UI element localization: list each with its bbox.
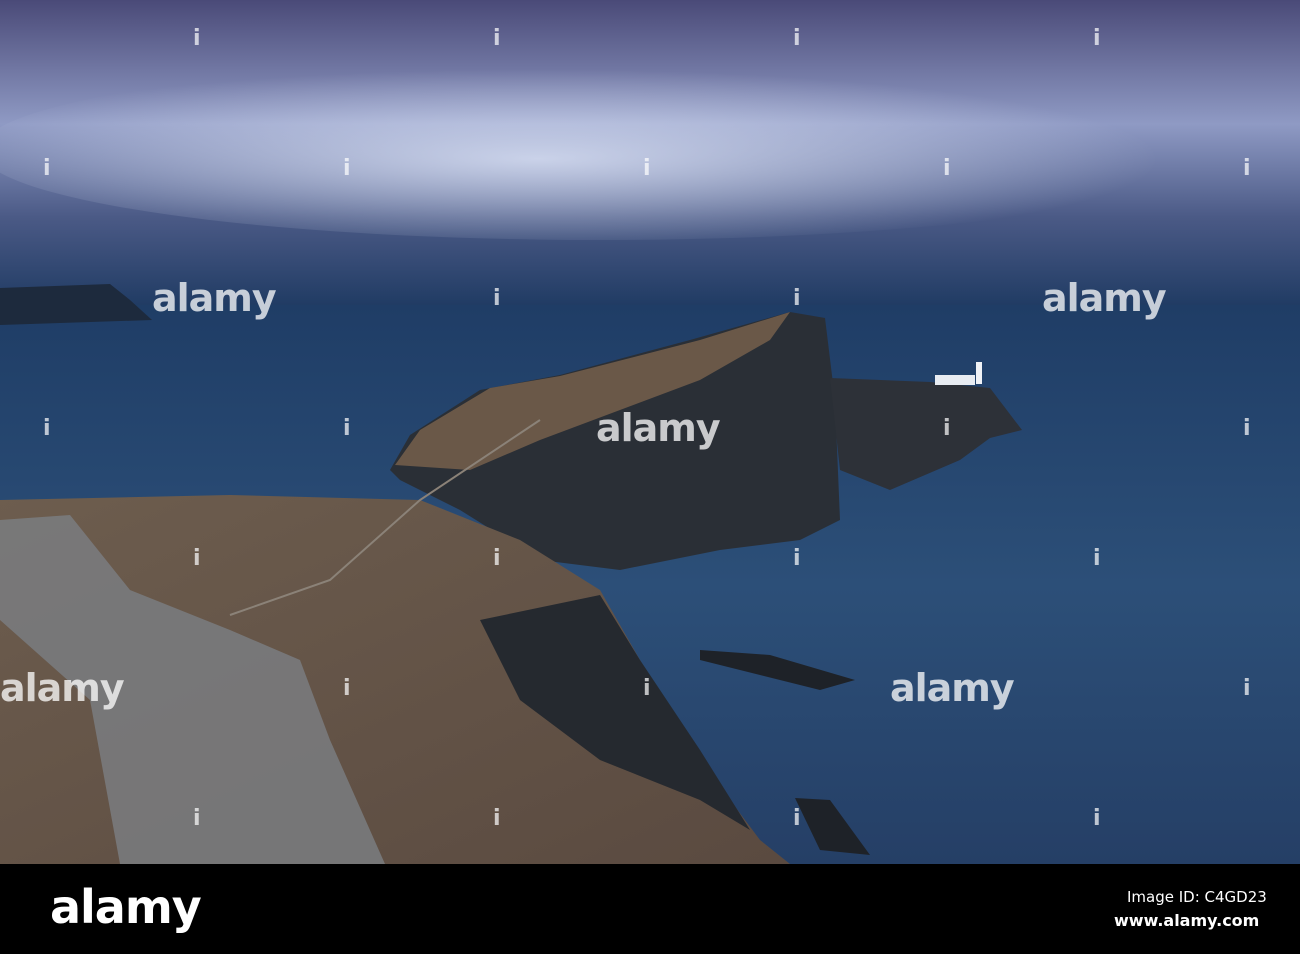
watermark-mark: i: [793, 546, 801, 571]
watermark-mark: i: [193, 546, 201, 571]
watermark: alamy: [0, 666, 125, 710]
watermark-mark: i: [493, 286, 501, 311]
stock-photo-page: alamy alamy alamy alamy alamy i i i i i …: [0, 0, 1300, 954]
watermark: alamy: [890, 666, 1015, 710]
watermark-mark: i: [793, 806, 801, 831]
watermark-mark: i: [43, 156, 51, 181]
watermark-mark: i: [943, 156, 951, 181]
watermark-mark: i: [1093, 26, 1101, 51]
watermark: alamy: [596, 406, 721, 450]
watermark-mark: i: [943, 416, 951, 441]
cloud-streak: [0, 60, 1220, 240]
watermark-mark: i: [1093, 806, 1101, 831]
watermark-mark: i: [643, 676, 651, 701]
image-id: Image ID: C4GD23: [1127, 888, 1267, 906]
watermark-mark: i: [43, 416, 51, 441]
watermark-mark: i: [793, 286, 801, 311]
watermark-mark: i: [793, 26, 801, 51]
watermark-mark: i: [343, 416, 351, 441]
watermark-mark: i: [493, 26, 501, 51]
watermark-mark: i: [193, 26, 201, 51]
watermark-mark: i: [343, 676, 351, 701]
watermark-mark: i: [493, 546, 501, 571]
lighthouse: [935, 375, 975, 385]
watermark-mark: i: [1093, 546, 1101, 571]
watermark-mark: i: [1243, 676, 1251, 701]
watermark: alamy: [1042, 276, 1167, 320]
lighthouse-tower: [976, 362, 982, 384]
watermark-mark: i: [1243, 416, 1251, 441]
website-url: www.alamy.com: [1114, 911, 1260, 930]
watermark: alamy: [152, 276, 277, 320]
watermark-mark: i: [643, 156, 651, 181]
watermark-mark: i: [343, 156, 351, 181]
watermark-mark: i: [193, 806, 201, 831]
alamy-logo: alamy: [50, 880, 202, 934]
watermark-mark: i: [1243, 156, 1251, 181]
watermark-mark: i: [493, 806, 501, 831]
